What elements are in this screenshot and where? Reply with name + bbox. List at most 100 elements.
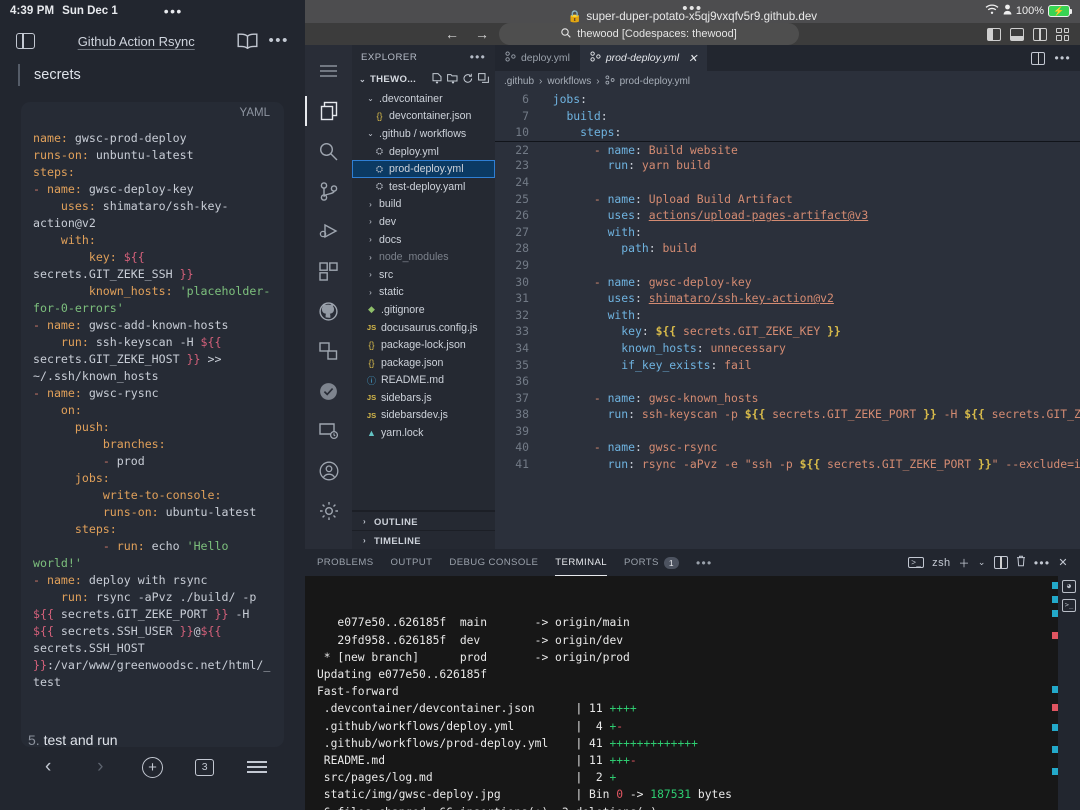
kill-terminal-icon[interactable] <box>1016 555 1026 570</box>
arrow-left-icon[interactable]: ← <box>445 26 459 42</box>
line-number: 29 <box>515 257 529 272</box>
refresh-icon[interactable] <box>463 73 473 87</box>
plus-circle-icon[interactable]: + <box>126 756 178 778</box>
explorer-icon[interactable] <box>305 91 352 131</box>
panel-tab-label: PORTS <box>623 557 659 568</box>
chevron-left-icon[interactable]: ‹ <box>22 756 74 778</box>
search-icon[interactable] <box>305 131 352 171</box>
panel-tab-ports[interactable]: PORTS 1 <box>624 549 679 576</box>
panel-tab-terminal[interactable]: TERMINAL <box>555 549 607 576</box>
ellipsis-icon[interactable]: ••• <box>696 549 713 576</box>
panel-tab-problems[interactable]: PROBLEMS <box>317 549 374 576</box>
search-input[interactable]: thewood [Codespaces: thewood] <box>499 23 799 45</box>
terminal-icon[interactable]: >_ <box>1062 599 1076 612</box>
file-tree-item[interactable]: {} package-lock.json <box>352 336 495 354</box>
menu-icon[interactable] <box>305 51 352 91</box>
more-actions-icon[interactable]: ••• <box>1034 557 1051 569</box>
new-folder-icon[interactable] <box>447 73 458 87</box>
panel-tab-output[interactable]: OUTPUT <box>391 549 433 576</box>
arrow-right-icon[interactable]: → <box>475 26 489 42</box>
panel-tab-debug-console[interactable]: DEBUG CONSOLE <box>449 549 538 576</box>
new-file-icon[interactable] <box>432 72 442 87</box>
breadcrumb-item-0[interactable]: .github <box>504 76 534 87</box>
ellipsis-handle-icon[interactable]: ••• <box>682 1 703 16</box>
more-actions-icon[interactable]: ••• <box>1054 52 1071 64</box>
remote-explorer-icon[interactable] <box>305 331 352 371</box>
note-title[interactable]: Github Action Rsync <box>45 34 227 49</box>
more-options-icon[interactable]: ••• <box>268 33 289 48</box>
nav-arrows: ← → <box>445 26 489 42</box>
json-file-icon: {} <box>376 111 383 122</box>
footer-note-line: 5. test and run <box>0 732 305 748</box>
file-tree-item[interactable]: {} devcontainer.json <box>352 108 495 126</box>
page-count-box[interactable]: 3 <box>179 758 231 776</box>
explorer-root-row[interactable]: ⌄ THEWO... <box>352 69 495 90</box>
code-line: - name: gwsc-rysnc <box>33 386 159 400</box>
source-control-icon[interactable] <box>305 171 352 211</box>
file-tree-item[interactable]: JS sidebarsdev.js <box>352 407 495 425</box>
breadcrumb-item-1[interactable]: workflows <box>547 76 591 87</box>
ellipsis-icon[interactable]: ••• <box>164 4 183 18</box>
panel-left-icon[interactable] <box>987 27 1001 41</box>
code-editor[interactable]: 6 jobs: 7 build: 10 steps: 22 - name: Build… <box>495 91 1080 549</box>
file-tree-item[interactable]: ⓘ README.md <box>352 372 495 390</box>
sidebar-section[interactable]: › TIMELINE <box>352 530 495 549</box>
chevron-down-icon[interactable]: ⌄ <box>358 75 367 84</box>
sidebar-toggle-icon[interactable] <box>16 33 35 49</box>
file-tree-item[interactable]: JS sidebars.js <box>352 389 495 407</box>
line-content: uses: shimataro/ssh-key-action@v2 <box>607 291 834 306</box>
run-and-debug-icon[interactable] <box>305 211 352 251</box>
file-tree-item[interactable]: › static <box>352 284 495 302</box>
panel-right-icon[interactable] <box>1033 27 1047 41</box>
split-terminal-icon[interactable] <box>993 556 1008 569</box>
terminal[interactable]: e077e50..626185f main -> origin/main 29f… <box>305 576 1080 810</box>
file-tree-item[interactable]: › src <box>352 266 495 284</box>
close-panel-icon[interactable]: ✕ <box>1058 556 1068 569</box>
github-icon[interactable] <box>305 291 352 331</box>
close-icon[interactable]: ✕ <box>688 52 697 65</box>
panel-bottom-icon[interactable] <box>1010 27 1024 41</box>
layout-grid-icon[interactable] <box>1056 27 1070 41</box>
testing-icon[interactable] <box>305 371 352 411</box>
file-tree-item[interactable]: ▲ yarn.lock <box>352 424 495 442</box>
file-tree-item[interactable]: › build <box>352 196 495 214</box>
file-tree-item[interactable]: ⌄ .github / workflows <box>352 125 495 143</box>
file-tree-item[interactable]: {} package.json <box>352 354 495 372</box>
tab-prod-deploy-yml[interactable]: prod-deploy.yml ✕ <box>579 45 708 71</box>
collapse-all-icon[interactable] <box>478 72 489 87</box>
editor-line: 29 <box>495 257 1080 274</box>
code-line: key: ${{ secrets.GIT_ZEKE_SSH }} <box>33 250 194 281</box>
new-terminal-icon[interactable]: ＋ <box>959 555 970 571</box>
settings-icon[interactable]: ◕ <box>1062 580 1076 593</box>
ports-icon[interactable] <box>305 411 352 451</box>
settings-gear-icon[interactable] <box>305 491 352 531</box>
tab-deploy-yml[interactable]: deploy.yml <box>495 45 580 71</box>
line-number: 39 <box>515 423 529 438</box>
file-tree-item[interactable]: ⛭ prod-deploy.yml <box>352 160 495 178</box>
sidebar-section[interactable]: › OUTLINE <box>352 511 495 530</box>
terminal-line: e077e50..626185f main -> origin/main <box>317 616 630 630</box>
terminal-line: 29fd958..626185f dev -> origin/dev <box>317 633 624 647</box>
line-content: with: <box>607 224 642 239</box>
file-tree-item[interactable]: ⌄ .devcontainer <box>352 90 495 108</box>
split-editor-icon[interactable] <box>1031 51 1046 65</box>
chevron-right-icon[interactable]: › <box>74 756 126 778</box>
file-tree-item[interactable]: ◆ .gitignore <box>352 301 495 319</box>
file-tree-item[interactable]: JS docusaurus.config.js <box>352 319 495 337</box>
ellipsis-icon[interactable]: ••• <box>470 51 486 63</box>
file-tree-item[interactable]: › dev <box>352 213 495 231</box>
extensions-icon[interactable] <box>305 251 352 291</box>
line-content: - name: Upload Build Artifact <box>539 191 793 206</box>
line-number: 31 <box>515 291 529 306</box>
file-tree-item[interactable]: ⛭ test-deploy.yaml <box>352 178 495 196</box>
file-tree-item[interactable]: ⛭ deploy.yml <box>352 143 495 161</box>
file-tree-item[interactable]: › docs <box>352 231 495 249</box>
file-tree-item[interactable]: › node_modules <box>352 248 495 266</box>
hamburger-icon[interactable] <box>231 758 283 776</box>
breadcrumb-item-2[interactable]: prod-deploy.yml <box>620 76 690 87</box>
note-code-block[interactable]: YAML name: gwsc-prod-deploy runs-on: unbu… <box>21 102 284 747</box>
chevron-down-icon[interactable]: ⌄ <box>978 557 986 568</box>
editor-line: 33 key: ${{ secrets.GIT_ZEKE_KEY }} <box>495 323 1080 340</box>
book-icon[interactable] <box>237 33 258 49</box>
account-icon[interactable] <box>305 451 352 491</box>
